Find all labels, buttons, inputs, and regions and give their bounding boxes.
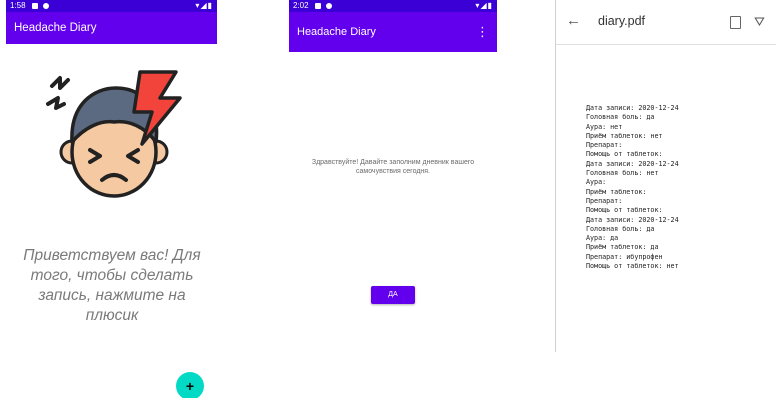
signal-battery-icon: ▾◢▮ [475, 1, 493, 10]
pdf-line: Дата записи: 2020-12-24 [586, 215, 679, 224]
pdf-line: Дата записи: 2020-12-24 [586, 159, 679, 168]
headache-face-icon [46, 70, 182, 198]
pdf-line: Головная боль: да [586, 224, 655, 233]
screen-pdf-viewer: ← diary.pdf ⛛ Дата записи: 2020-12-24 Гол… [555, 0, 776, 352]
overflow-menu-icon[interactable]: ⋮ [476, 12, 489, 52]
pdf-line: Препарат: [586, 141, 623, 150]
greeting-text: Здравствуйте! Давайте заполним дневник в… [311, 159, 475, 175]
add-entry-button[interactable]: + [176, 372, 204, 398]
app-bar: Headache Diary ⋮ [289, 12, 497, 52]
pdf-line: Аура: да [586, 234, 619, 243]
pdf-line: Помощь от таблеток: [586, 206, 663, 215]
sync-icon [43, 2, 50, 9]
pdf-line: Помощь от таблеток: [586, 150, 663, 159]
app-title: Headache Diary [297, 26, 376, 38]
pdf-line: Аура: нет [586, 122, 623, 131]
pdf-line: Приём таблеток: да [586, 243, 659, 252]
pdf-line: Дата записи: 2020-12-24 [586, 104, 679, 112]
welcome-message: Приветствуем вас! Для того, чтобы сделат… [23, 247, 201, 324]
status-bar: 2:02 ▾◢▮ [289, 0, 497, 12]
pdf-line: Помощь от таблеток: нет [586, 262, 679, 271]
screen-question: 2:02 ▾◢▮ Headache Diary ⋮ Здравствуйте! … [289, 0, 497, 310]
notification-icon [314, 2, 321, 9]
signal-battery-icon: ▾◢▮ [195, 1, 213, 10]
pdf-line: Приём таблеток: нет [586, 131, 663, 140]
add-to-drive-icon[interactable]: ⛛ [754, 14, 765, 30]
pdf-line: Приём таблеток: [586, 187, 647, 196]
pdf-line: Головная боль: да [586, 113, 655, 122]
pdf-toolbar: ← diary.pdf ⛛ [556, 0, 776, 45]
pdf-line: Головная боль: нет [586, 169, 659, 178]
app-title: Headache Diary [6, 12, 217, 44]
status-time: 2:02 [293, 1, 309, 10]
pdf-line: Препарат: [586, 196, 623, 205]
screen-welcome: 1:58 ▾◢▮ Headache Diary Приветствуем вас… [6, 0, 217, 398]
document-search-icon[interactable] [730, 16, 741, 29]
yes-button[interactable]: ДА [371, 286, 415, 304]
notification-icon [31, 2, 38, 9]
pdf-line: Препарат: ибупрофен [586, 252, 663, 261]
pdf-content: Дата записи: 2020-12-24 Головная боль: да… [586, 104, 679, 271]
status-time: 1:58 [10, 1, 26, 10]
back-arrow-icon[interactable]: ← [566, 12, 581, 29]
file-title: diary.pdf [598, 14, 646, 28]
sync-icon [326, 2, 333, 9]
pdf-line: Аура: [586, 178, 607, 187]
status-bar: 1:58 ▾◢▮ [6, 0, 217, 12]
